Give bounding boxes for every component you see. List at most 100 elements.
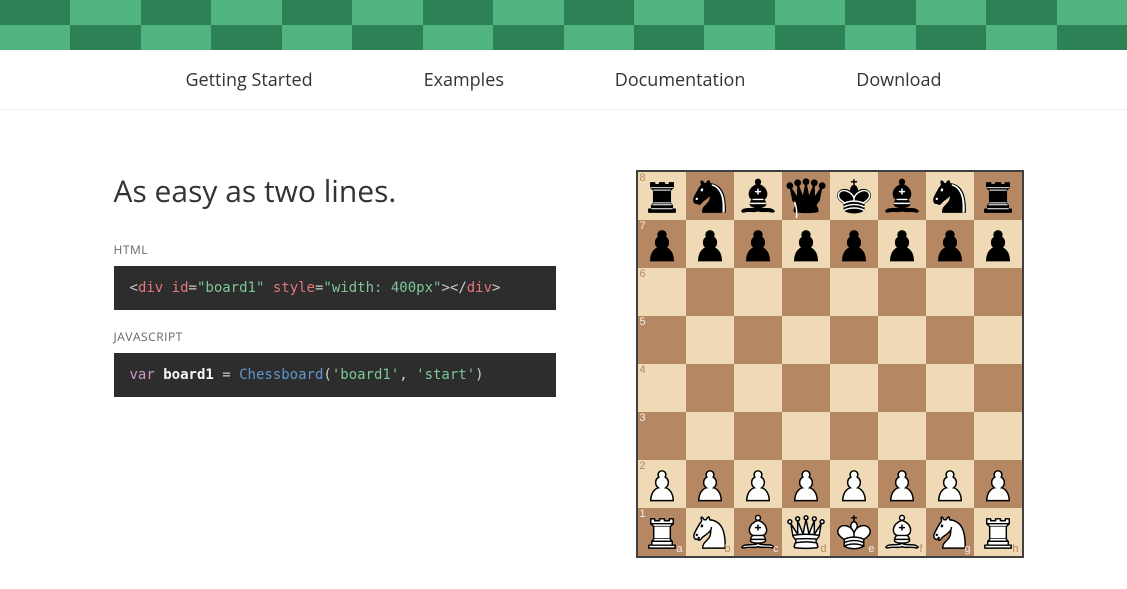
square-b6[interactable] (686, 268, 734, 316)
square-f3[interactable] (878, 412, 926, 460)
piece-white-pawn[interactable] (784, 462, 828, 506)
square-c8[interactable] (734, 172, 782, 220)
piece-black-bishop[interactable] (736, 174, 780, 218)
square-d4[interactable] (782, 364, 830, 412)
square-h7[interactable] (974, 220, 1022, 268)
piece-white-pawn[interactable] (736, 462, 780, 506)
square-c6[interactable] (734, 268, 782, 316)
square-c2[interactable] (734, 460, 782, 508)
square-h6[interactable] (974, 268, 1022, 316)
square-d7[interactable] (782, 220, 830, 268)
piece-black-pawn[interactable] (640, 222, 684, 266)
square-e4[interactable] (830, 364, 878, 412)
square-g1[interactable]: g (926, 508, 974, 556)
square-e3[interactable] (830, 412, 878, 460)
square-e6[interactable] (830, 268, 878, 316)
square-a8[interactable]: 8 (638, 172, 686, 220)
square-f5[interactable] (878, 316, 926, 364)
square-e5[interactable] (830, 316, 878, 364)
square-g5[interactable] (926, 316, 974, 364)
square-g7[interactable] (926, 220, 974, 268)
square-b1[interactable]: b (686, 508, 734, 556)
square-a6[interactable]: 6 (638, 268, 686, 316)
square-e2[interactable] (830, 460, 878, 508)
nav-download[interactable]: Download (856, 68, 941, 92)
piece-black-pawn[interactable] (976, 222, 1020, 266)
nav-getting-started[interactable]: Getting Started (185, 68, 312, 92)
piece-white-bishop[interactable] (880, 510, 924, 554)
code-block-js: var board1 = Chessboard('board1', 'start… (114, 353, 556, 397)
square-f4[interactable] (878, 364, 926, 412)
square-d8[interactable] (782, 172, 830, 220)
square-a2[interactable]: 2 (638, 460, 686, 508)
square-g8[interactable] (926, 172, 974, 220)
piece-white-pawn[interactable] (832, 462, 876, 506)
piece-black-king[interactable] (832, 174, 876, 218)
square-c1[interactable]: c (734, 508, 782, 556)
piece-black-queen[interactable] (784, 174, 828, 218)
square-a5[interactable]: 5 (638, 316, 686, 364)
square-c3[interactable] (734, 412, 782, 460)
piece-black-knight[interactable] (688, 174, 732, 218)
square-d6[interactable] (782, 268, 830, 316)
piece-white-pawn[interactable] (880, 462, 924, 506)
square-h5[interactable] (974, 316, 1022, 364)
square-f8[interactable] (878, 172, 926, 220)
square-f2[interactable] (878, 460, 926, 508)
square-a4[interactable]: 4 (638, 364, 686, 412)
square-d3[interactable] (782, 412, 830, 460)
piece-black-bishop[interactable] (880, 174, 924, 218)
square-g4[interactable] (926, 364, 974, 412)
square-b2[interactable] (686, 460, 734, 508)
square-c7[interactable] (734, 220, 782, 268)
square-h1[interactable]: h (974, 508, 1022, 556)
piece-black-pawn[interactable] (736, 222, 780, 266)
piece-black-pawn[interactable] (784, 222, 828, 266)
nav-examples[interactable]: Examples (424, 68, 504, 92)
square-f1[interactable]: f (878, 508, 926, 556)
square-d5[interactable] (782, 316, 830, 364)
rank-label: 7 (640, 221, 646, 232)
square-d1[interactable]: d (782, 508, 830, 556)
piece-white-pawn[interactable] (928, 462, 972, 506)
square-h4[interactable] (974, 364, 1022, 412)
square-h3[interactable] (974, 412, 1022, 460)
square-a3[interactable]: 3 (638, 412, 686, 460)
rank-label: 8 (640, 173, 646, 184)
piece-black-pawn[interactable] (880, 222, 924, 266)
square-g2[interactable] (926, 460, 974, 508)
square-b8[interactable] (686, 172, 734, 220)
piece-black-pawn[interactable] (688, 222, 732, 266)
square-g3[interactable] (926, 412, 974, 460)
square-h8[interactable] (974, 172, 1022, 220)
piece-white-pawn[interactable] (976, 462, 1020, 506)
square-e8[interactable] (830, 172, 878, 220)
checker-banner (0, 0, 1127, 50)
square-b7[interactable] (686, 220, 734, 268)
nav-documentation[interactable]: Documentation (615, 68, 746, 92)
square-b3[interactable] (686, 412, 734, 460)
square-c4[interactable] (734, 364, 782, 412)
square-c5[interactable] (734, 316, 782, 364)
rank-label: 2 (640, 461, 646, 472)
square-a7[interactable]: 7 (638, 220, 686, 268)
piece-black-pawn[interactable] (928, 222, 972, 266)
square-a1[interactable]: 1a (638, 508, 686, 556)
square-e1[interactable]: e (830, 508, 878, 556)
rank-label: 6 (640, 269, 646, 280)
square-h2[interactable] (974, 460, 1022, 508)
square-g6[interactable] (926, 268, 974, 316)
chess-board[interactable]: 8 7 6 5432 1abcdefgh (636, 170, 1024, 558)
piece-white-pawn[interactable] (688, 462, 732, 506)
square-e7[interactable] (830, 220, 878, 268)
square-b5[interactable] (686, 316, 734, 364)
square-f6[interactable] (878, 268, 926, 316)
square-b4[interactable] (686, 364, 734, 412)
piece-black-knight[interactable] (928, 174, 972, 218)
piece-black-rook[interactable] (976, 174, 1020, 218)
square-f7[interactable] (878, 220, 926, 268)
piece-white-pawn[interactable] (640, 462, 684, 506)
square-d2[interactable] (782, 460, 830, 508)
piece-black-rook[interactable] (640, 174, 684, 218)
piece-black-pawn[interactable] (832, 222, 876, 266)
